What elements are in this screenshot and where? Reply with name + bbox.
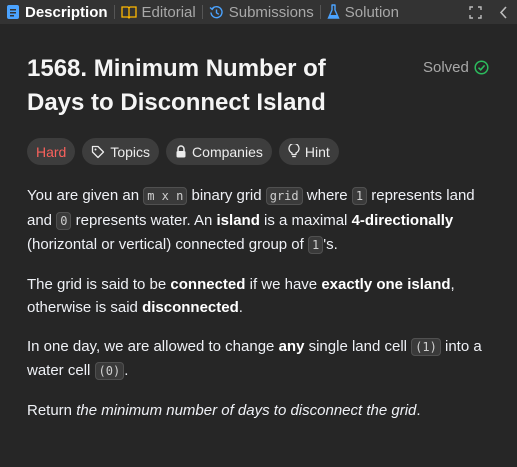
tab-solutions[interactable]: Solution bbox=[321, 0, 405, 24]
tab-description-label: Description bbox=[25, 3, 108, 21]
text: 's. bbox=[323, 236, 338, 253]
tab-solutions-label: Solution bbox=[344, 3, 399, 21]
text: is a maximal bbox=[259, 211, 352, 229]
italic-text: the minimum number of days to disconnect… bbox=[76, 401, 417, 419]
tab-submissions-label: Submissions bbox=[228, 3, 314, 21]
check-circle-icon bbox=[474, 60, 489, 75]
panel-controls bbox=[457, 0, 517, 24]
bold-text: 4-directionally bbox=[351, 211, 454, 229]
companies-button[interactable]: Companies bbox=[166, 138, 272, 165]
hint-label: Hint bbox=[304, 143, 330, 160]
description-paragraph: You are given an m x n binary grid grid … bbox=[27, 184, 497, 258]
topics-label: Topics bbox=[110, 143, 151, 160]
text: binary grid bbox=[187, 187, 266, 204]
text: . bbox=[124, 362, 129, 379]
text: single land cell bbox=[304, 337, 412, 355]
chevron-left-icon bbox=[499, 5, 507, 19]
inline-code: m x n bbox=[143, 187, 188, 205]
book-icon bbox=[120, 6, 137, 19]
inline-code: (0) bbox=[94, 362, 125, 380]
lock-icon bbox=[176, 145, 186, 158]
inline-code: 1 bbox=[307, 236, 324, 254]
topics-button[interactable]: Topics bbox=[82, 138, 160, 165]
bold-text: island bbox=[216, 211, 260, 229]
text: . bbox=[238, 299, 243, 316]
bold-text: exactly one island bbox=[321, 275, 451, 293]
description-paragraph: In one day, we are allowed to change any… bbox=[27, 335, 497, 384]
problem-description: You are given an m x n binary grid grid … bbox=[27, 184, 497, 437]
text: Return bbox=[27, 401, 77, 419]
tab-description[interactable]: Description bbox=[0, 0, 114, 24]
lightbulb-icon bbox=[288, 144, 300, 158]
inline-code: grid bbox=[265, 187, 303, 205]
problem-title: 1568. Minimum Number of Days to Disconne… bbox=[27, 55, 326, 116]
bold-text: disconnected bbox=[142, 299, 239, 316]
text: . bbox=[416, 401, 421, 419]
description-icon bbox=[7, 5, 19, 19]
difficulty-badge: Hard bbox=[27, 138, 76, 165]
companies-label: Companies bbox=[192, 143, 263, 160]
tab-editorial-label: Editorial bbox=[141, 3, 196, 21]
inline-code: (1) bbox=[411, 337, 441, 356]
solved-label: Solved bbox=[423, 59, 469, 76]
bold-text: connected bbox=[170, 275, 246, 293]
solved-status: Solved bbox=[423, 59, 489, 76]
text: The grid is said to be bbox=[27, 275, 171, 293]
collapse-button[interactable] bbox=[489, 0, 517, 24]
tab-bar: Description Editorial Submissions Soluti… bbox=[0, 0, 517, 24]
expand-icon bbox=[468, 5, 482, 19]
text: represents water. An bbox=[71, 211, 217, 229]
hint-button[interactable]: Hint bbox=[278, 138, 339, 165]
problem-tags: Hard Topics Companies Hint bbox=[27, 138, 346, 165]
text: In one day, we are allowed to change bbox=[27, 337, 279, 355]
text: You are given an bbox=[27, 187, 144, 204]
description-panel: 1568. Minimum Number of Days to Disconne… bbox=[0, 24, 517, 467]
description-paragraph: The grid is said to be connected if we h… bbox=[27, 273, 497, 320]
text: (horizontal or vertical) connected group… bbox=[27, 236, 308, 253]
tab-submissions[interactable]: Submissions bbox=[203, 0, 320, 24]
tag-icon bbox=[92, 145, 105, 158]
inline-code: 0 bbox=[56, 211, 72, 230]
tab-editorial[interactable]: Editorial bbox=[115, 0, 202, 24]
maximize-button[interactable] bbox=[461, 0, 489, 24]
flask-icon bbox=[327, 4, 340, 19]
inline-code: 1 bbox=[351, 187, 368, 205]
text: if we have bbox=[245, 275, 322, 293]
description-paragraph: Return the minimum number of days to dis… bbox=[27, 399, 497, 423]
bold-text: any bbox=[278, 337, 305, 355]
text: where bbox=[302, 187, 352, 204]
history-icon bbox=[209, 5, 223, 18]
